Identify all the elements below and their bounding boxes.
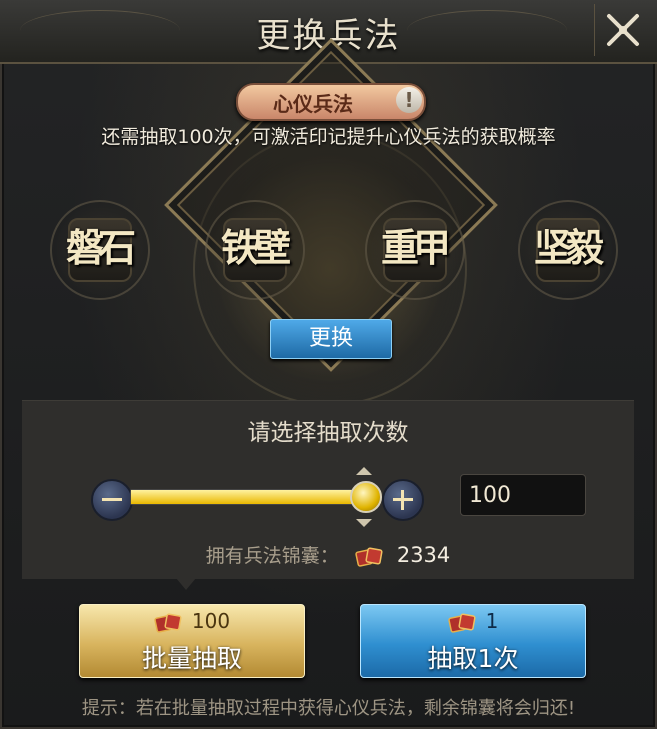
batch-draw-label: 批量抽取 xyxy=(141,644,242,673)
single-cost-value: 1 xyxy=(485,609,499,633)
owned-pouch-row: 拥有兵法锦囊： 2334 xyxy=(22,541,634,568)
info-icon[interactable]: ! xyxy=(396,87,422,113)
draw-count-title: 请选择抽取次数 xyxy=(247,420,409,446)
change-tactics-panel: 更换兵法 心仪兵法 ! 还需抽取100次，可激活印记提升心仪兵法的获取概率 磐石… xyxy=(0,0,657,729)
slider-handle[interactable] xyxy=(344,467,384,527)
owned-pouch-label: 拥有兵法锦囊： xyxy=(205,545,339,567)
draw-count-section: 请选择抽取次数 100 拥有兵法锦囊： 2334 xyxy=(22,400,634,579)
skill-tiebi[interactable]: 铁壁 xyxy=(205,200,305,300)
handle-down-arrow-icon xyxy=(356,519,372,527)
batch-draw-button[interactable]: 100 批量抽取 xyxy=(79,604,305,678)
draw-progress-hint: 还需抽取100次，可激活印记提升心仪兵法的获取概率 xyxy=(101,126,556,148)
owned-pouch-count: 2334 xyxy=(396,543,451,567)
footer-hint: 提示：若在批量抽取过程中获得心仪兵法，剩余锦囊将会归还! xyxy=(81,698,576,719)
tactics-hero: 心仪兵法 ! 还需抽取100次，可激活印记提升心仪兵法的获取概率 磐石 铁壁 重… xyxy=(0,38,657,406)
close-icon xyxy=(607,14,639,46)
single-draw-button[interactable]: 1 抽取1次 xyxy=(360,604,586,678)
batch-cost-value: 100 xyxy=(191,609,231,633)
handle-ball xyxy=(350,481,382,513)
draw-count-input[interactable]: 100 xyxy=(460,474,586,516)
skill-label: 磐石 xyxy=(65,225,136,270)
increase-button[interactable] xyxy=(382,479,424,521)
pouch-icon xyxy=(447,612,476,633)
selection-pointer xyxy=(176,578,196,590)
skill-panshi[interactable]: 磐石 xyxy=(50,200,150,300)
swap-button[interactable]: 更换 xyxy=(270,319,392,359)
skill-label: 铁壁 xyxy=(220,225,291,270)
decrease-button[interactable] xyxy=(91,479,133,521)
close-button[interactable] xyxy=(594,4,651,56)
single-cost: 1 xyxy=(361,609,585,634)
skill-jianyi[interactable]: 坚毅 xyxy=(518,200,618,300)
skill-label: 坚毅 xyxy=(533,225,604,270)
single-draw-label: 抽取1次 xyxy=(427,644,519,673)
skill-zhongjia[interactable]: 重甲 xyxy=(365,200,465,300)
draw-count-slider[interactable] xyxy=(130,489,376,505)
skill-label: 重甲 xyxy=(380,225,451,270)
pouch-icon xyxy=(355,546,383,567)
pouch-icon xyxy=(154,612,182,633)
batch-cost: 100 xyxy=(80,609,304,634)
handle-up-arrow-icon xyxy=(356,467,372,475)
favorite-tactic-tag: 心仪兵法 ! xyxy=(236,83,426,121)
favorite-tactic-label: 心仪兵法 xyxy=(273,92,353,116)
slider-fill xyxy=(131,490,375,504)
